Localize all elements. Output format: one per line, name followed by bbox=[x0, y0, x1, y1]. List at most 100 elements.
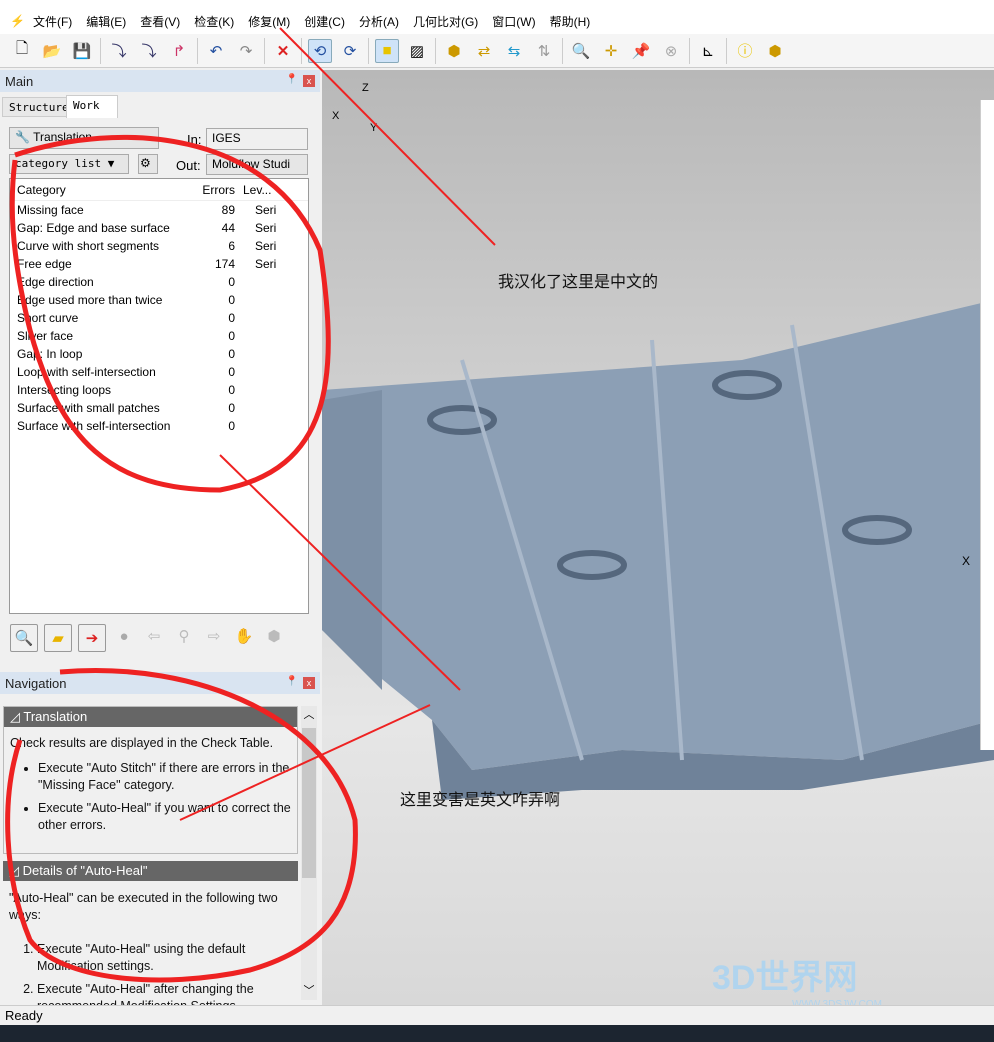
open-folder-icon[interactable]: 📂 bbox=[40, 39, 64, 63]
redo-icon[interactable]: ↷ bbox=[234, 39, 258, 63]
search-disabled-icon[interactable]: ⚲ bbox=[172, 624, 196, 648]
menu-create[interactable]: 创建(C) bbox=[304, 13, 345, 30]
in-field[interactable]: IGES bbox=[206, 128, 308, 150]
hand-icon[interactable]: ✋ bbox=[232, 624, 256, 648]
table-row[interactable]: Loop with self-intersection 0 bbox=[10, 363, 308, 381]
auto-stitch-icon[interactable]: ▰ bbox=[44, 624, 72, 652]
section-header[interactable]: ◿ Details of "Auto-Heal" bbox=[3, 861, 298, 881]
menu-analyze[interactable]: 分析(A) bbox=[359, 13, 399, 30]
cell-errors: 0 bbox=[228, 347, 235, 361]
table-row[interactable]: Gap: Edge and base surface 44 Seri bbox=[10, 219, 308, 237]
cube-3d-icon[interactable]: ⬢ bbox=[763, 39, 787, 63]
column-level[interactable]: Lev... bbox=[235, 183, 295, 197]
menu-edit[interactable]: 编辑(E) bbox=[86, 13, 126, 30]
cell-errors: 0 bbox=[228, 293, 235, 307]
back-icon[interactable]: ⇦ bbox=[142, 624, 166, 648]
status-bar: Ready bbox=[0, 1005, 994, 1025]
section-text: Check results are displayed in the Check… bbox=[10, 736, 274, 750]
inspect-icon[interactable]: 🔍 bbox=[10, 624, 38, 652]
import-dl-icon[interactable]: ⤵ bbox=[137, 39, 161, 63]
scroll-up-icon[interactable]: ︿ bbox=[301, 706, 317, 722]
table-row[interactable]: Sliver face 0 bbox=[10, 327, 308, 345]
import-icon[interactable]: ⤵ bbox=[107, 39, 131, 63]
sync-icon[interactable]: ⇄ bbox=[472, 39, 496, 63]
cell-category: Free edge bbox=[17, 257, 72, 271]
app-icon: ⚡ bbox=[10, 14, 25, 28]
info-icon[interactable]: ⓘ bbox=[733, 39, 757, 63]
step-2: Execute "Auto-Heal" after changing the r… bbox=[37, 981, 292, 1005]
cube-disabled-icon[interactable]: ⬢ bbox=[262, 624, 286, 648]
out-select[interactable]: Moldflow Studi bbox=[206, 154, 308, 175]
disabled-icon[interactable]: ⊗ bbox=[659, 39, 683, 63]
close-icon[interactable]: x bbox=[303, 677, 315, 689]
menu-view[interactable]: 查看(V) bbox=[140, 13, 180, 30]
zoom-icon[interactable]: 🔍 bbox=[569, 39, 593, 63]
scroll-down-icon[interactable]: ﹀ bbox=[301, 982, 317, 998]
menu-check[interactable]: 检查(K) bbox=[194, 13, 234, 30]
column-category[interactable]: Category bbox=[10, 183, 180, 197]
delete-icon[interactable]: ✕ bbox=[271, 39, 295, 63]
cell-errors: 0 bbox=[228, 365, 235, 379]
box-icon[interactable]: ⬢ bbox=[442, 39, 466, 63]
export-icon[interactable]: ↱ bbox=[167, 39, 191, 63]
axis-icon[interactable]: ⊾ bbox=[696, 39, 720, 63]
view-select[interactable]: category list ▼ bbox=[9, 154, 129, 174]
table-row[interactable]: Missing face 89 Seri bbox=[10, 201, 308, 219]
3d-viewport[interactable]: Z X Y X 我汉化了这里是中文的 这里变害是英文咋弄啊 3D世界网WWW.3… bbox=[322, 70, 994, 1010]
auto-rotate-icon[interactable]: ⟲ bbox=[308, 38, 332, 63]
compare-icon[interactable]: ⇅ bbox=[532, 39, 556, 63]
table-row[interactable]: Surface with small patches 0 bbox=[10, 399, 308, 417]
table-row[interactable]: Intersecting loops 0 bbox=[10, 381, 308, 399]
table-row[interactable]: Surface with self-intersection 0 bbox=[10, 417, 308, 435]
undo-icon[interactable]: ↶ bbox=[204, 39, 228, 63]
auto-heal-icon[interactable]: ➔ bbox=[78, 624, 106, 652]
tab-structure[interactable]: Structure bbox=[2, 97, 76, 117]
side-window bbox=[980, 100, 994, 750]
pin-icon[interactable]: 📍 bbox=[286, 676, 298, 687]
section-header[interactable]: ◿ Translation bbox=[4, 707, 297, 727]
annotation-bottom: 这里变害是英文咋弄啊 bbox=[400, 790, 561, 809]
crosshair-icon[interactable]: ✛ bbox=[599, 39, 623, 63]
scroll-thumb[interactable] bbox=[302, 728, 316, 878]
separator bbox=[100, 37, 101, 64]
close-icon[interactable]: x bbox=[303, 75, 315, 87]
bullet-auto-stitch: Execute "Auto Stitch" if there are error… bbox=[38, 760, 291, 794]
wireframe-icon[interactable]: ▨ bbox=[405, 39, 429, 63]
menu-file[interactable]: 文件(F) bbox=[33, 13, 72, 30]
shaded-cube-icon[interactable]: ■ bbox=[375, 38, 399, 63]
menu-geometry-compare[interactable]: 几何比对(G) bbox=[413, 13, 478, 30]
check-table: Category Errors Lev... Missing face 89 Ser… bbox=[9, 178, 309, 614]
pin-icon[interactable]: 📌 bbox=[629, 39, 653, 63]
table-row[interactable]: Short curve 0 bbox=[10, 309, 308, 327]
menu-window[interactable]: 窗口(W) bbox=[492, 13, 535, 30]
forward-icon[interactable]: ⇨ bbox=[202, 624, 226, 648]
cell-category: Gap: In loop bbox=[17, 347, 83, 361]
separator bbox=[689, 37, 690, 64]
mode-select[interactable]: 🔧 Translation bbox=[9, 127, 159, 149]
panel-title: Main bbox=[5, 73, 34, 89]
table-row[interactable]: Free edge 174 Seri bbox=[10, 255, 308, 273]
table-row[interactable]: Edge used more than twice 0 bbox=[10, 291, 308, 309]
menu-repair[interactable]: 修复(M) bbox=[248, 13, 290, 30]
pin-icon[interactable]: 📍 bbox=[286, 74, 298, 85]
tab-work[interactable]: Work bbox=[66, 95, 118, 118]
model-render bbox=[322, 300, 994, 800]
cell-category: Sliver face bbox=[17, 329, 74, 343]
table-row[interactable]: Edge direction 0 bbox=[10, 273, 308, 291]
watermark-brand: 3D世界网 bbox=[712, 959, 858, 997]
table-row[interactable]: Gap: In loop 0 bbox=[10, 345, 308, 363]
menu-help[interactable]: 帮助(H) bbox=[550, 13, 591, 30]
scrollbar[interactable]: ︿ ﹀ bbox=[301, 706, 317, 1000]
new-file-icon[interactable]: 🗋 bbox=[10, 39, 34, 63]
separator bbox=[301, 37, 302, 64]
rotate-icon[interactable]: ⟳ bbox=[338, 39, 362, 63]
separator bbox=[368, 37, 369, 64]
translation-section: ◿ Translation Check results are displaye… bbox=[3, 706, 298, 854]
cell-level: Seri bbox=[255, 221, 277, 235]
column-errors[interactable]: Errors bbox=[180, 183, 235, 197]
cell-category: Surface with self-intersection bbox=[17, 419, 171, 433]
settings-gear-icon[interactable]: ⚙ bbox=[138, 154, 158, 174]
table-row[interactable]: Curve with short segments 6 Seri bbox=[10, 237, 308, 255]
swap-icon[interactable]: ⇆ bbox=[502, 39, 526, 63]
save-icon[interactable]: 💾 bbox=[70, 39, 94, 63]
